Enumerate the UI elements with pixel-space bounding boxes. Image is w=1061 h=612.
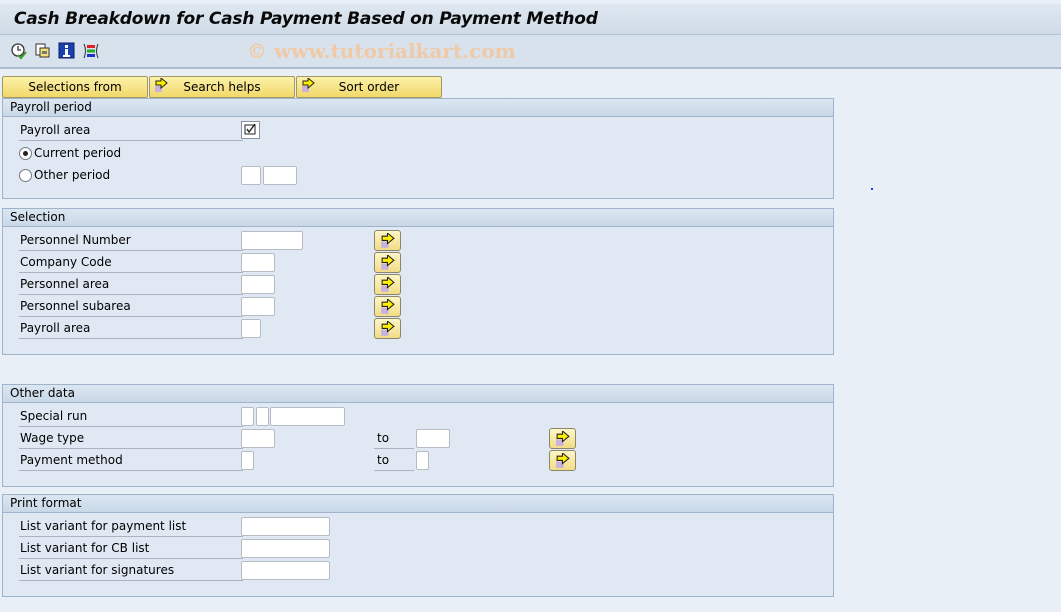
selection-options-icon[interactable] [82, 42, 100, 60]
group-title: Print format [3, 495, 833, 513]
watermark: © www.tutorialkart.com [247, 39, 516, 63]
payment-method-to-label: to [374, 451, 414, 471]
special-run-field-1[interactable] [241, 407, 254, 426]
group-selection: Selection Personnel Number Company Code … [2, 208, 834, 355]
arrow-right-icon [556, 431, 570, 446]
payment-method-from-input[interactable] [241, 451, 254, 470]
special-run-field-3[interactable] [270, 407, 345, 426]
payroll-area-row: Payroll area [19, 121, 249, 141]
signatures-variant-input[interactable] [241, 561, 330, 580]
personnel-number-input[interactable] [241, 231, 303, 250]
arrow-right-icon [556, 453, 570, 468]
other-period-field-2[interactable] [263, 166, 297, 185]
payment-method-to-input[interactable] [416, 451, 429, 470]
wage-type-from-input[interactable] [241, 429, 275, 448]
personnel-area-input[interactable] [241, 275, 275, 294]
arrow-right-icon [381, 277, 395, 292]
application-toolbar: © www.tutorialkart.com [0, 35, 1061, 69]
page-title: Cash Breakdown for Cash Payment Based on… [14, 9, 598, 29]
info-icon[interactable] [58, 42, 76, 60]
stray-dot [871, 188, 873, 190]
group-payroll-period: Payroll period Payroll area Current peri… [2, 98, 834, 199]
execute-clock-icon[interactable] [10, 42, 28, 60]
get-variant-icon[interactable] [34, 42, 52, 60]
personnel-subarea-label: Personnel subarea [19, 297, 243, 317]
search-helps-button[interactable]: Search helps [149, 76, 295, 98]
payroll-area-selection-input[interactable] [241, 319, 261, 338]
payroll-area-selection-label: Payroll area [19, 319, 243, 339]
wage-type-multiple-selection-button[interactable] [549, 428, 576, 449]
special-run-label: Special run [19, 407, 243, 427]
company-code-multiple-selection-button[interactable] [374, 252, 401, 273]
selections-from-label: Selections from [28, 80, 122, 94]
group-title: Selection [3, 209, 833, 227]
group-title: Other data [3, 385, 833, 403]
group-title: Payroll period [3, 99, 833, 117]
personnel-number-label: Personnel Number [19, 231, 243, 251]
group-print-format: Print format List variant for payment li… [2, 494, 834, 597]
payment-list-variant-input[interactable] [241, 517, 330, 536]
other-period-radio[interactable] [19, 169, 32, 182]
current-period-radio[interactable] [19, 147, 32, 160]
payroll-area-label: Payroll area [19, 121, 243, 141]
search-helps-label: Search helps [183, 80, 261, 94]
personnel-subarea-input[interactable] [241, 297, 275, 316]
personnel-number-multiple-selection-button[interactable] [374, 230, 401, 251]
arrow-right-icon [301, 76, 316, 100]
arrow-right-icon [381, 321, 395, 336]
current-period-label: Current period [34, 146, 122, 160]
sort-order-label: Sort order [338, 80, 400, 94]
payroll-area-checkbox[interactable] [241, 121, 260, 139]
selections-from-button[interactable]: Selections from [2, 76, 148, 98]
payroll-area-multiple-selection-button[interactable] [374, 318, 401, 339]
personnel-subarea-multiple-selection-button[interactable] [374, 296, 401, 317]
arrow-right-icon [381, 233, 395, 248]
company-code-input[interactable] [241, 253, 275, 272]
other-period-label: Other period [34, 168, 111, 182]
signatures-variant-label: List variant for signatures [19, 561, 243, 581]
wage-type-label: Wage type [19, 429, 243, 449]
personnel-area-multiple-selection-button[interactable] [374, 274, 401, 295]
company-code-label: Company Code [19, 253, 243, 273]
other-period-option[interactable]: Other period [19, 166, 219, 186]
payment-list-variant-label: List variant for payment list [19, 517, 243, 537]
special-run-field-2[interactable] [256, 407, 269, 426]
arrow-right-icon [381, 299, 395, 314]
wage-type-to-label: to [374, 429, 414, 449]
group-other-data: Other data Special run Wage type to Paym… [2, 384, 834, 487]
cb-list-variant-label: List variant for CB list [19, 539, 243, 559]
personnel-area-label: Personnel area [19, 275, 243, 295]
title-bar: Cash Breakdown for Cash Payment Based on… [0, 0, 1061, 35]
arrow-right-icon [381, 255, 395, 270]
other-period-field-1[interactable] [241, 166, 261, 185]
arrow-right-icon [154, 76, 169, 100]
payment-method-label: Payment method [19, 451, 243, 471]
wage-type-to-input[interactable] [416, 429, 450, 448]
cb-list-variant-input[interactable] [241, 539, 330, 558]
current-period-option[interactable]: Current period [19, 144, 219, 164]
sort-order-button[interactable]: Sort order [296, 76, 442, 98]
payment-method-multiple-selection-button[interactable] [549, 450, 576, 471]
